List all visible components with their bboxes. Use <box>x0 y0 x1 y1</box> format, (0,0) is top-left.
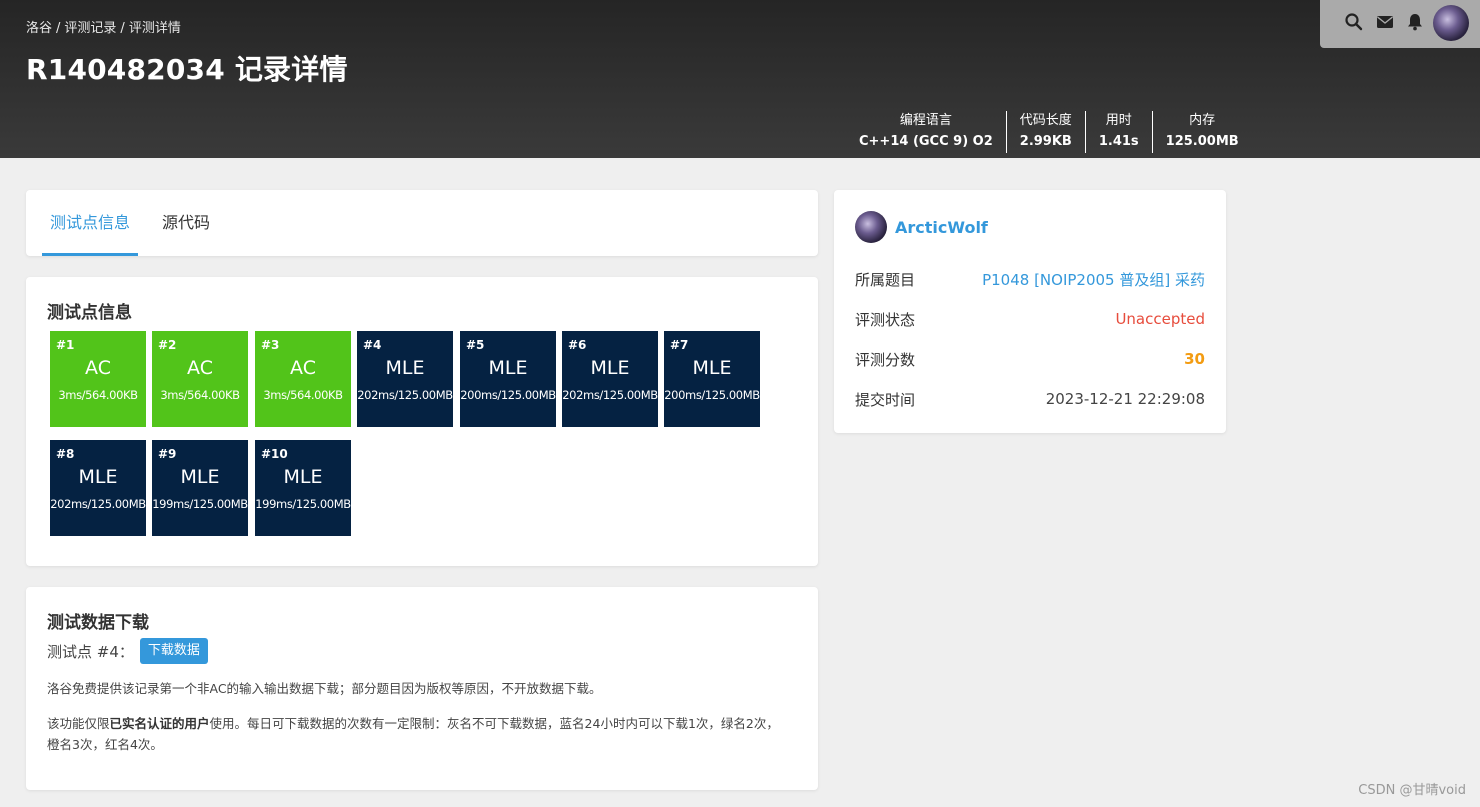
test-case-status: MLE <box>590 357 630 379</box>
test-case-number: #8 <box>56 447 75 461</box>
download-limit-note: 该功能仅限已实名认证的用户使用。每日可下载数据的次数有一定限制：灰名不可下载数据… <box>47 713 787 755</box>
tab-test-info[interactable]: 测试点信息 <box>41 190 139 256</box>
avatar[interactable] <box>855 211 887 243</box>
info-row-score: 评测分数 30 <box>855 347 1205 371</box>
status-value: Unaccepted <box>1115 310 1205 328</box>
test-case[interactable]: #6 MLE 202ms/125.00MB <box>562 331 658 427</box>
record-info-card: ArcticWolf 所属题目 P1048 [NOIP2005 普及组] 采药 … <box>834 190 1226 433</box>
test-case[interactable]: #9 MLE 199ms/125.00MB <box>152 440 248 536</box>
breadcrumb-separator: / <box>120 21 125 36</box>
stat-code-length: 代码长度 2.99KB <box>1005 111 1085 153</box>
info-key: 评测状态 <box>855 310 916 329</box>
test-case[interactable]: #7 MLE 200ms/125.00MB <box>664 331 760 427</box>
info-row-submit-time: 提交时间 2023-12-21 22:29:08 <box>855 387 1205 411</box>
username-link[interactable]: ArcticWolf <box>895 218 988 237</box>
record-stats: 编程语言 C++14 (GCC 9) O2 代码长度 2.99KB 用时 1.4… <box>846 111 1252 153</box>
stat-value: 1.41s <box>1098 134 1139 149</box>
test-case-number: #7 <box>670 338 689 352</box>
test-case-number: #3 <box>261 338 280 352</box>
test-case-detail: 200ms/125.00MB <box>664 388 760 402</box>
download-card: 测试数据下载 测试点 #4： 下载数据 洛谷免费提供该记录第一个非AC的输入输出… <box>26 587 818 790</box>
score-value: 30 <box>1184 350 1205 368</box>
test-case-number: #10 <box>261 447 288 461</box>
test-case-status: MLE <box>180 466 220 488</box>
test-case-detail: 202ms/125.00MB <box>50 497 146 511</box>
test-case-number: #1 <box>56 338 75 352</box>
breadcrumb: 洛谷 / 评测记录 / 评测详情 <box>26 17 181 36</box>
stat-value: C++14 (GCC 9) O2 <box>859 134 993 149</box>
test-case-number: #6 <box>568 338 587 352</box>
test-case-number: #4 <box>363 338 382 352</box>
stat-time: 用时 1.41s <box>1084 111 1152 153</box>
stat-label: 内存 <box>1189 113 1216 128</box>
test-case[interactable]: #3 AC 3ms/564.00KB <box>255 331 351 427</box>
note-emphasis: 已实名认证的用户 <box>109 716 210 731</box>
submit-time-value: 2023-12-21 22:29:08 <box>1045 390 1205 408</box>
section-title: 测试数据下载 <box>47 613 149 633</box>
test-case-detail: 199ms/125.00MB <box>152 497 248 511</box>
test-case-status: MLE <box>488 357 528 379</box>
info-row-status: 评测状态 Unaccepted <box>855 307 1205 331</box>
stat-label: 编程语言 <box>899 113 952 128</box>
watermark: CSDN @甘晴void <box>1358 783 1466 798</box>
test-case[interactable]: #2 AC 3ms/564.00KB <box>152 331 248 427</box>
stat-label: 用时 <box>1105 113 1132 128</box>
breadcrumb-current: 评测详情 <box>128 21 181 36</box>
breadcrumb-records[interactable]: 评测记录 <box>64 21 116 36</box>
avatar[interactable] <box>1433 5 1469 41</box>
page-title: R140482034 记录详情 <box>26 53 348 86</box>
test-case-status: AC <box>290 357 316 379</box>
note-text: 该功能仅限 <box>47 716 110 731</box>
test-case-number: #5 <box>466 338 485 352</box>
test-case[interactable]: #1 AC 3ms/564.00KB <box>50 331 146 427</box>
test-case-status: MLE <box>385 357 425 379</box>
test-case-status: MLE <box>283 466 323 488</box>
section-title: 测试点信息 <box>47 303 132 323</box>
breadcrumb-separator: / <box>56 21 61 36</box>
test-case-detail: 3ms/564.00KB <box>160 388 240 402</box>
test-case-status: AC <box>85 357 111 379</box>
test-case[interactable]: #5 MLE 200ms/125.00MB <box>460 331 556 427</box>
tabs-card: 测试点信息 源代码 <box>26 190 818 256</box>
tab-source-code[interactable]: 源代码 <box>162 190 210 256</box>
download-button[interactable]: 下载数据 <box>139 638 208 664</box>
download-row: 测试点 #4： 下载数据 <box>47 638 208 664</box>
stat-memory: 内存 125.00MB <box>1151 111 1252 153</box>
test-case[interactable]: #10 MLE 199ms/125.00MB <box>255 440 351 536</box>
top-user-bar <box>1320 0 1480 48</box>
download-label: 测试点 #4： <box>47 642 134 661</box>
info-key: 评测分数 <box>855 350 916 369</box>
test-case[interactable]: #4 MLE 202ms/125.00MB <box>357 331 453 427</box>
test-case-detail: 3ms/564.00KB <box>263 388 343 402</box>
info-key: 提交时间 <box>855 390 916 409</box>
mail-icon[interactable] <box>1375 12 1395 32</box>
test-case-status: AC <box>187 357 213 379</box>
test-cases-card: 测试点信息 #1 AC 3ms/564.00KB #2 AC 3ms/564.0… <box>26 277 818 566</box>
search-icon[interactable] <box>1344 12 1364 32</box>
stat-value: 125.00MB <box>1165 134 1239 149</box>
test-case-detail: 200ms/125.00MB <box>460 388 556 402</box>
submitter: ArcticWolf <box>855 211 988 243</box>
bell-icon[interactable] <box>1405 12 1425 32</box>
test-case-detail: 202ms/125.00MB <box>562 388 658 402</box>
stat-label: 代码长度 <box>1019 113 1072 128</box>
test-case-status: MLE <box>78 466 118 488</box>
stat-value: 2.99KB <box>1019 134 1072 149</box>
problem-link[interactable]: P1048 [NOIP2005 普及组] 采药 <box>982 269 1205 290</box>
page-header: 洛谷 / 评测记录 / 评测详情 R140482034 记录详情 编程语言 C++14 … <box>0 0 1480 158</box>
info-key: 所属题目 <box>855 270 916 289</box>
info-row-problem: 所属题目 P1048 [NOIP2005 普及组] 采药 <box>855 267 1205 291</box>
stat-language: 编程语言 C++14 (GCC 9) O2 <box>846 111 1006 153</box>
test-case-number: #9 <box>158 447 177 461</box>
test-case-number: #2 <box>158 338 177 352</box>
breadcrumb-home[interactable]: 洛谷 <box>26 21 52 36</box>
test-case[interactable]: #8 MLE 202ms/125.00MB <box>50 440 146 536</box>
download-note: 洛谷免费提供该记录第一个非AC的输入输出数据下载；部分题目因为版权等原因，不开放… <box>47 681 602 696</box>
test-case-detail: 3ms/564.00KB <box>58 388 138 402</box>
test-case-detail: 202ms/125.00MB <box>357 388 453 402</box>
test-case-status: MLE <box>692 357 732 379</box>
test-case-detail: 199ms/125.00MB <box>255 497 351 511</box>
